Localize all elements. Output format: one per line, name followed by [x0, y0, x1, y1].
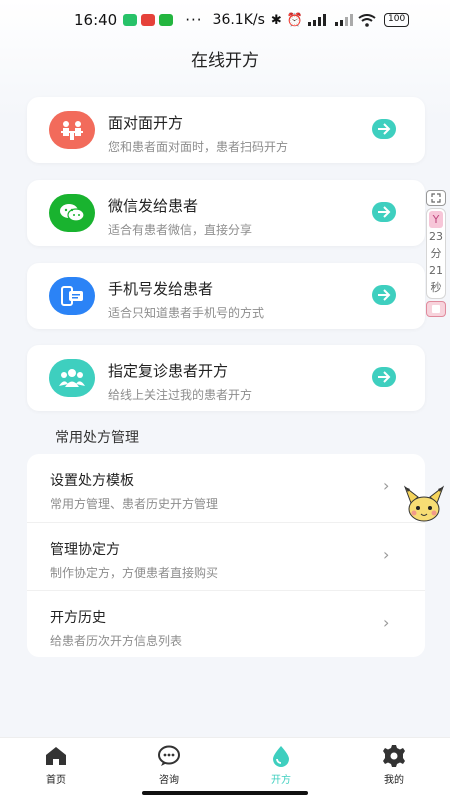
timer-minutes: 23 — [429, 230, 443, 243]
list-item-title: 管理协定方 — [50, 542, 120, 558]
app-notification-icon — [123, 14, 138, 26]
page-title: 在线开方 — [191, 51, 259, 71]
more-notifications: ··· — [185, 11, 203, 29]
wechat-send-card[interactable]: 微信发给患者 适合有患者微信，直接分享 — [27, 180, 425, 246]
arrow-right-icon[interactable] — [372, 202, 396, 222]
action-subtitle: 适合只知道患者手机号的方式 — [108, 306, 265, 320]
nav-label: 首页 — [46, 775, 66, 786]
list-item-title: 开方历史 — [50, 610, 106, 626]
home-icon — [46, 747, 66, 765]
nav-consult[interactable]: 咨询 — [139, 744, 199, 786]
wechat-notification-icon — [159, 14, 174, 26]
timer-seconds-unit: 秒 — [430, 281, 442, 294]
bluetooth-icon: ✱ — [270, 12, 282, 28]
timer-minutes-unit: 分 — [430, 247, 442, 260]
home-indicator[interactable] — [142, 791, 308, 795]
arrow-right-icon[interactable] — [372, 285, 396, 305]
network-speed: 36.1K/s — [212, 12, 265, 28]
list-item-subtitle: 制作协定方，方便患者直接购买 — [50, 566, 219, 580]
battery-icon: 100 — [384, 13, 410, 27]
signal-icon — [308, 14, 327, 26]
phone-message-icon — [49, 277, 95, 315]
expand-icon[interactable] — [426, 190, 446, 206]
action-subtitle: 您和患者面对面时，患者扫码开方 — [108, 140, 289, 154]
prescribe-icon — [273, 746, 289, 767]
nav-prescribe[interactable]: 开方 — [251, 744, 311, 786]
prescription-management-list: 设置处方模板 常用方管理、患者历史开方管理 › 管理协定方 制作协定方，方便患者… — [27, 454, 425, 657]
stop-icon[interactable] — [426, 301, 446, 317]
face-to-face-icon — [49, 111, 95, 149]
section-title: 常用处方管理 — [55, 430, 139, 446]
alarm-icon: ⏰ — [286, 12, 304, 28]
list-item-subtitle: 常用方管理、患者历史开方管理 — [50, 497, 219, 511]
list-item-template[interactable]: 设置处方模板 常用方管理、患者历史开方管理 › — [27, 454, 425, 521]
status-time: 16:40 — [74, 11, 118, 29]
timer-seconds: 21 — [429, 264, 443, 277]
chevron-right-icon: › — [383, 476, 390, 495]
list-item-subtitle: 给患者历次开方信息列表 — [50, 634, 183, 648]
pet-mascot-icon[interactable] — [401, 485, 447, 525]
face-to-face-card[interactable]: 面对面开方 您和患者面对面时，患者扫码开方 — [27, 97, 425, 163]
timer-display: Y 23 分 21 秒 — [426, 208, 446, 299]
list-item-title: 设置处方模板 — [50, 473, 134, 489]
floating-timer[interactable]: Y 23 分 21 秒 — [424, 190, 448, 317]
wifi-icon — [358, 13, 376, 27]
follow-up-patient-card[interactable]: 指定复诊患者开方 给线上关注过我的患者开方 — [27, 345, 425, 411]
action-title: 手机号发给患者 — [108, 280, 214, 298]
action-title: 微信发给患者 — [108, 197, 199, 215]
nav-profile[interactable]: 我的 — [364, 744, 424, 786]
chevron-right-icon: › — [383, 613, 390, 632]
action-title: 指定复诊患者开方 — [108, 362, 229, 380]
patients-group-icon — [49, 359, 95, 397]
gear-icon — [383, 745, 405, 767]
app-notification-icon — [141, 14, 156, 26]
list-item-history[interactable]: 开方历史 给患者历次开方信息列表 › — [27, 590, 425, 657]
timer-badge: Y — [429, 211, 443, 228]
action-subtitle: 给线上关注过我的患者开方 — [108, 388, 253, 402]
arrow-right-icon[interactable] — [372, 119, 396, 139]
nav-label: 咨询 — [159, 775, 179, 786]
chevron-right-icon: › — [383, 545, 390, 564]
nav-home[interactable]: 首页 — [26, 744, 86, 786]
nav-label: 开方 — [271, 775, 291, 786]
arrow-right-icon[interactable] — [372, 367, 396, 387]
nav-label: 我的 — [384, 775, 404, 786]
status-bar: 16:40 ··· 36.1K/s ✱ ⏰ 100 — [0, 0, 450, 40]
list-item-agreement[interactable]: 管理协定方 制作协定方，方便患者直接购买 › — [27, 522, 425, 589]
wechat-icon — [49, 194, 95, 232]
signal-icon-2 — [335, 14, 354, 26]
phone-send-card[interactable]: 手机号发给患者 适合只知道患者手机号的方式 — [27, 263, 425, 329]
action-title: 面对面开方 — [108, 114, 184, 132]
action-subtitle: 适合有患者微信，直接分享 — [108, 223, 253, 237]
chat-icon — [158, 745, 180, 766]
